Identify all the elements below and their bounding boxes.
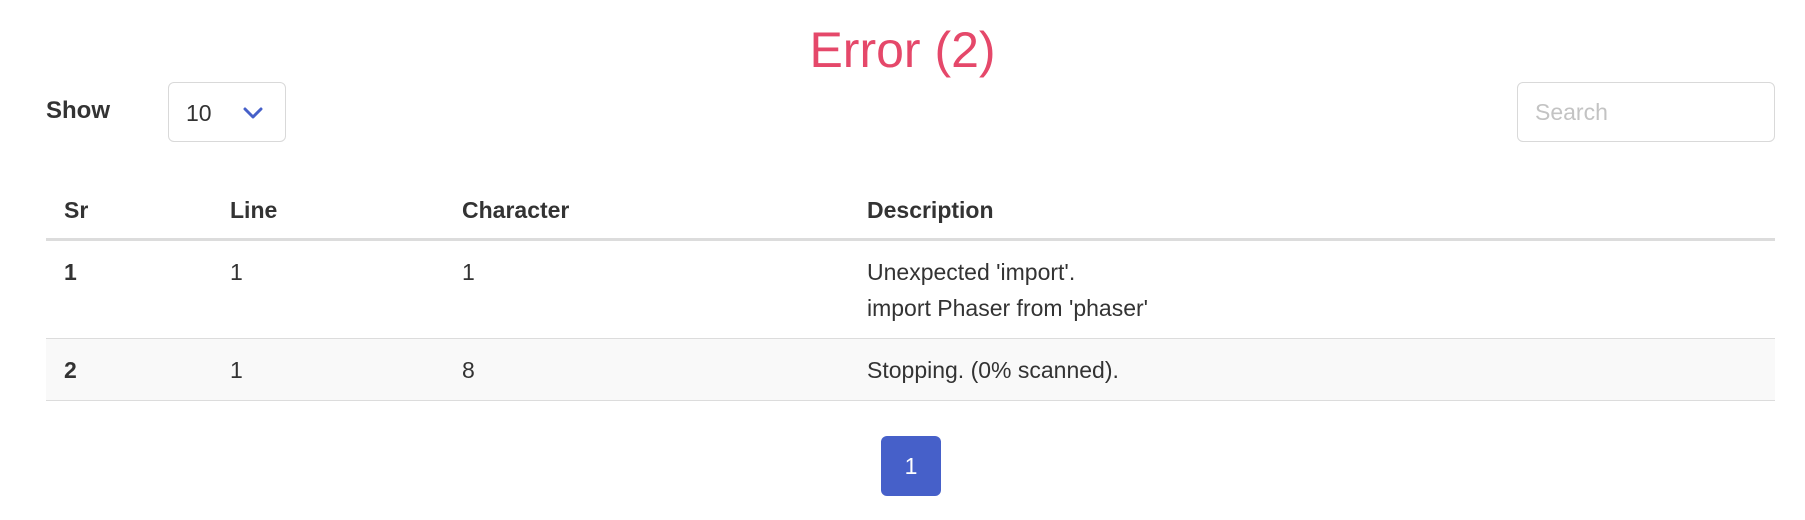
column-header-character[interactable]: Character [444,185,849,241]
errors-table: Sr Line Character Description 1 1 1 Unex… [46,185,1775,401]
description-line: import Phaser from 'phaser' [867,294,1149,321]
table-row: 2 1 8 Stopping. (0% scanned). [46,338,1775,401]
cell-description: Stopping. (0% scanned). [849,338,1775,401]
cell-sr: 1 [46,239,212,339]
cell-line: 1 [212,338,444,401]
page-size-select[interactable]: 10 [168,82,286,142]
cell-character: 8 [444,338,849,401]
column-header-sr[interactable]: Sr [46,185,212,241]
description-line: Stopping. (0% scanned). [867,356,1119,383]
chevron-down-icon [243,107,263,119]
cell-description: Unexpected 'import'. import Phaser from … [849,239,1775,339]
cell-sr: 2 [46,338,212,401]
description-line: Unexpected 'import'. [867,258,1076,285]
pagination-page-button[interactable]: 1 [881,436,941,496]
error-report-page: Error (2) Show 10 Sr Line Character Desc… [0,0,1805,520]
table-header-row: Sr Line Character Description [46,185,1775,241]
column-header-description[interactable]: Description [849,185,1775,241]
cell-line: 1 [212,239,444,339]
page-size-value: 10 [186,100,212,126]
search-input[interactable] [1517,82,1775,142]
show-label: Show [46,97,110,124]
column-header-line[interactable]: Line [212,185,444,241]
table-row: 1 1 1 Unexpected 'import'. import Phaser… [46,239,1775,339]
page-title: Error (2) [809,22,996,78]
cell-character: 1 [444,239,849,339]
